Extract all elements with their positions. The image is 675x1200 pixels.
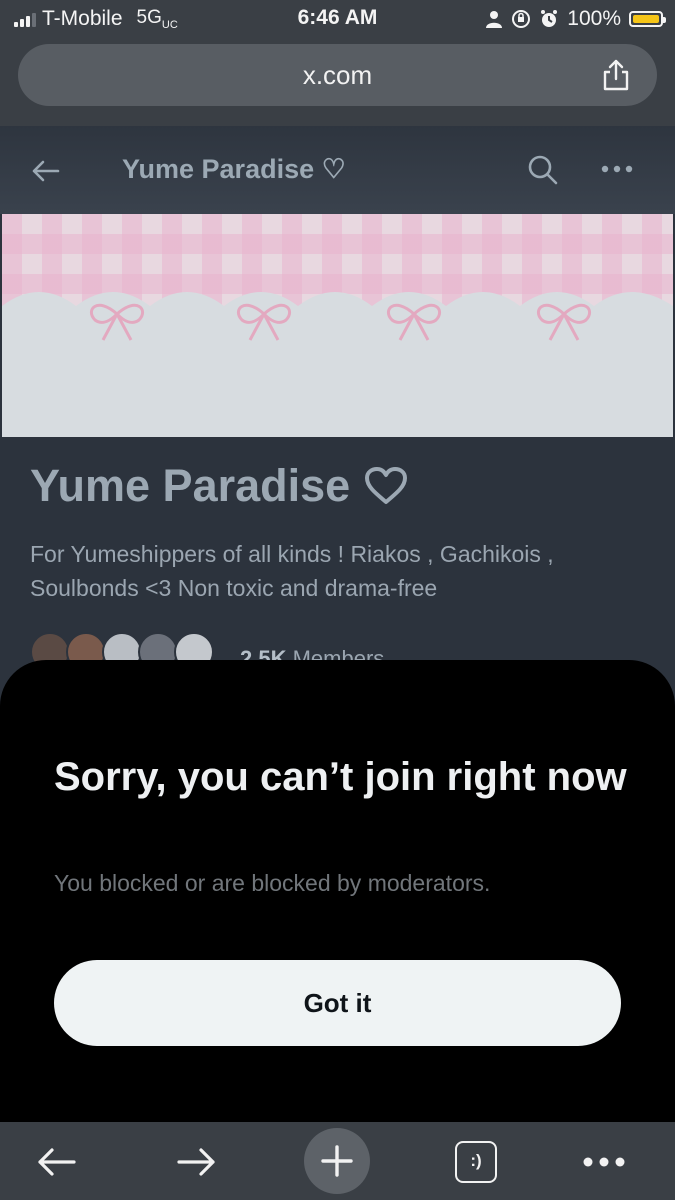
back-arrow-icon[interactable] — [28, 154, 62, 188]
browser-back-icon[interactable] — [34, 1140, 78, 1184]
community-name: Yume Paradise — [30, 460, 408, 512]
url-text: x.com — [302, 60, 373, 90]
search-icon[interactable] — [525, 152, 559, 186]
dialog-title: Sorry, you can’t join right now — [54, 755, 627, 799]
address-bar[interactable]: x.com — [18, 44, 657, 106]
battery-icon — [629, 11, 666, 27]
community-banner-image — [2, 214, 673, 437]
status-right: 100% — [485, 7, 666, 31]
status-bar: T-Mobile 5GUC 6:46 AM 100% — [0, 0, 675, 38]
tabs-button[interactable]: :) — [455, 1141, 497, 1183]
share-icon[interactable] — [599, 58, 633, 92]
browser-forward-icon[interactable] — [175, 1140, 219, 1184]
browser-url-area: x.com — [0, 38, 675, 126]
header-title: Yume Paradise ♡ — [122, 154, 346, 184]
got-it-button[interactable]: Got it — [54, 960, 621, 1046]
alarm-icon — [541, 10, 558, 27]
community-description: For Yumeshippers of all kinds ! Riakos ,… — [30, 541, 554, 601]
plus-icon — [321, 1145, 353, 1177]
battery-percent: 100% — [567, 7, 621, 30]
join-error-sheet: Sorry, you can’t join right now You bloc… — [0, 660, 675, 1122]
new-tab-button[interactable] — [304, 1128, 370, 1194]
browser-toolbar: :) — [0, 1122, 675, 1200]
orientation-lock-icon — [512, 10, 531, 28]
community-header: Yume Paradise ♡ — [0, 126, 675, 214]
dialog-message: You blocked or are blocked by moderators… — [54, 870, 491, 896]
more-options-icon[interactable] — [600, 164, 634, 174]
person-icon — [486, 11, 503, 28]
more-menu-icon[interactable] — [582, 1152, 626, 1172]
bow-icon — [89, 303, 592, 341]
heart-icon — [365, 467, 408, 504]
